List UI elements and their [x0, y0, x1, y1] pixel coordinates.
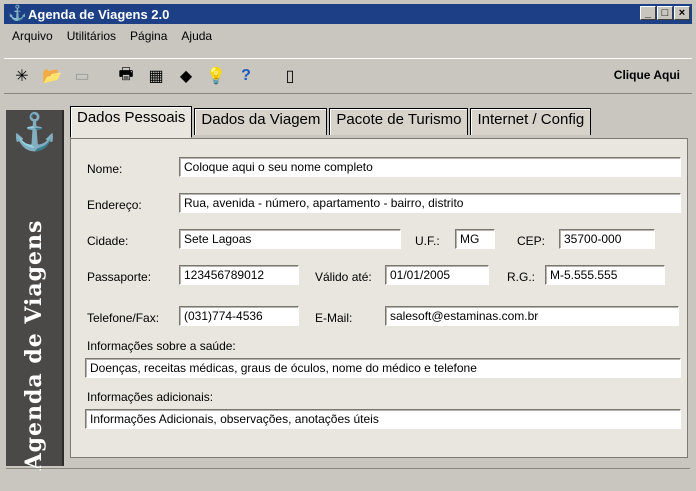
minimize-button[interactable]: _: [640, 6, 656, 20]
window-title: Agenda de Viagens 2.0: [28, 6, 170, 22]
cidade-field[interactable]: Sete Lagoas: [179, 229, 401, 249]
clique-aqui-button[interactable]: Clique Aqui: [614, 68, 680, 82]
help-icon[interactable]: ?: [234, 64, 258, 88]
cep-label: CEP:: [517, 234, 546, 248]
open-icon[interactable]: 📂: [40, 64, 64, 88]
close-button[interactable]: ×: [674, 6, 690, 20]
print-icon[interactable]: 🖶: [114, 64, 138, 88]
anchor-icon: ⚓: [8, 5, 27, 22]
toolbar: ✳ 📂 ▭ 🖶 ▦ ◆ 💡 ? ▯ Clique Aqui: [4, 58, 692, 94]
saude-label: Informações sobre a saúde:: [87, 339, 236, 353]
adicionais-label: Informações adicionais:: [87, 390, 214, 404]
form-panel: Nome: Coloque aqui o seu nome completo E…: [70, 138, 688, 458]
rg-field[interactable]: M-5.555.555: [545, 265, 665, 285]
tab-pacote-turismo[interactable]: Pacote de Turismo: [329, 108, 469, 135]
endereco-label: Endereço:: [87, 198, 142, 212]
cidade-label: Cidade:: [87, 234, 129, 248]
side-banner-label: Agenda de Viagens: [21, 219, 47, 471]
passaporte-label: Passaporte:: [87, 270, 152, 284]
status-bar: [6, 468, 690, 487]
menu-utilitarios[interactable]: Utilitários: [67, 29, 116, 43]
lightbulb-icon[interactable]: 💡: [204, 64, 228, 88]
valido-label: Válido até:: [315, 270, 372, 284]
calendar-icon[interactable]: ▦: [144, 64, 168, 88]
side-banner: ⚓ Agenda de Viagens: [6, 110, 64, 470]
endereco-field[interactable]: Rua, avenida - número, apartamento - bai…: [179, 193, 681, 213]
rg-label: R.G.:: [507, 270, 536, 284]
tab-dados-pessoais[interactable]: Dados Pessoais: [70, 106, 193, 138]
email-field[interactable]: salesoft@estaminas.com.br: [385, 306, 679, 326]
uf-field[interactable]: MG: [455, 229, 495, 249]
save-icon[interactable]: ▭: [70, 64, 94, 88]
eraser-icon[interactable]: ◆: [174, 64, 198, 88]
window-controls: _ □ ×: [640, 6, 690, 20]
menu-bar: Arquivo Utilitários Página Ajuda: [4, 26, 692, 46]
menu-ajuda[interactable]: Ajuda: [181, 29, 212, 43]
tab-dados-viagem[interactable]: Dados da Viagem: [194, 108, 328, 135]
cep-field[interactable]: 35700-000: [559, 229, 655, 249]
anchor-icon: ⚓: [12, 111, 57, 152]
nome-label: Nome:: [87, 162, 123, 176]
telefone-field[interactable]: (031)774-4536: [179, 306, 299, 326]
uf-label: U.F.:: [415, 234, 440, 248]
valido-field[interactable]: 01/01/2005: [385, 265, 489, 285]
phone-icon[interactable]: ▯: [278, 64, 302, 88]
maximize-button[interactable]: □: [657, 6, 673, 20]
title-bar: ⚓ Agenda de Viagens 2.0 _ □ ×: [4, 4, 692, 24]
main-window: ⚓ Agenda de Viagens 2.0 _ □ × Arquivo Ut…: [0, 0, 696, 491]
tab-internet-config[interactable]: Internet / Config: [470, 108, 592, 135]
new-icon[interactable]: ✳: [10, 64, 34, 88]
email-label: E-Mail:: [315, 311, 353, 325]
menu-pagina[interactable]: Página: [130, 29, 167, 43]
adicionais-field[interactable]: Informações Adicionais, observações, ano…: [85, 409, 681, 429]
nome-field[interactable]: Coloque aqui o seu nome completo: [179, 157, 681, 177]
passaporte-field[interactable]: 123456789012: [179, 265, 299, 285]
menu-arquivo[interactable]: Arquivo: [12, 29, 53, 43]
saude-field[interactable]: Doenças, receitas médicas, graus de ócul…: [85, 358, 681, 378]
telefone-label: Telefone/Fax:: [87, 311, 160, 325]
tab-bar: Dados Pessoais Dados da Viagem Pacote de…: [70, 106, 593, 138]
